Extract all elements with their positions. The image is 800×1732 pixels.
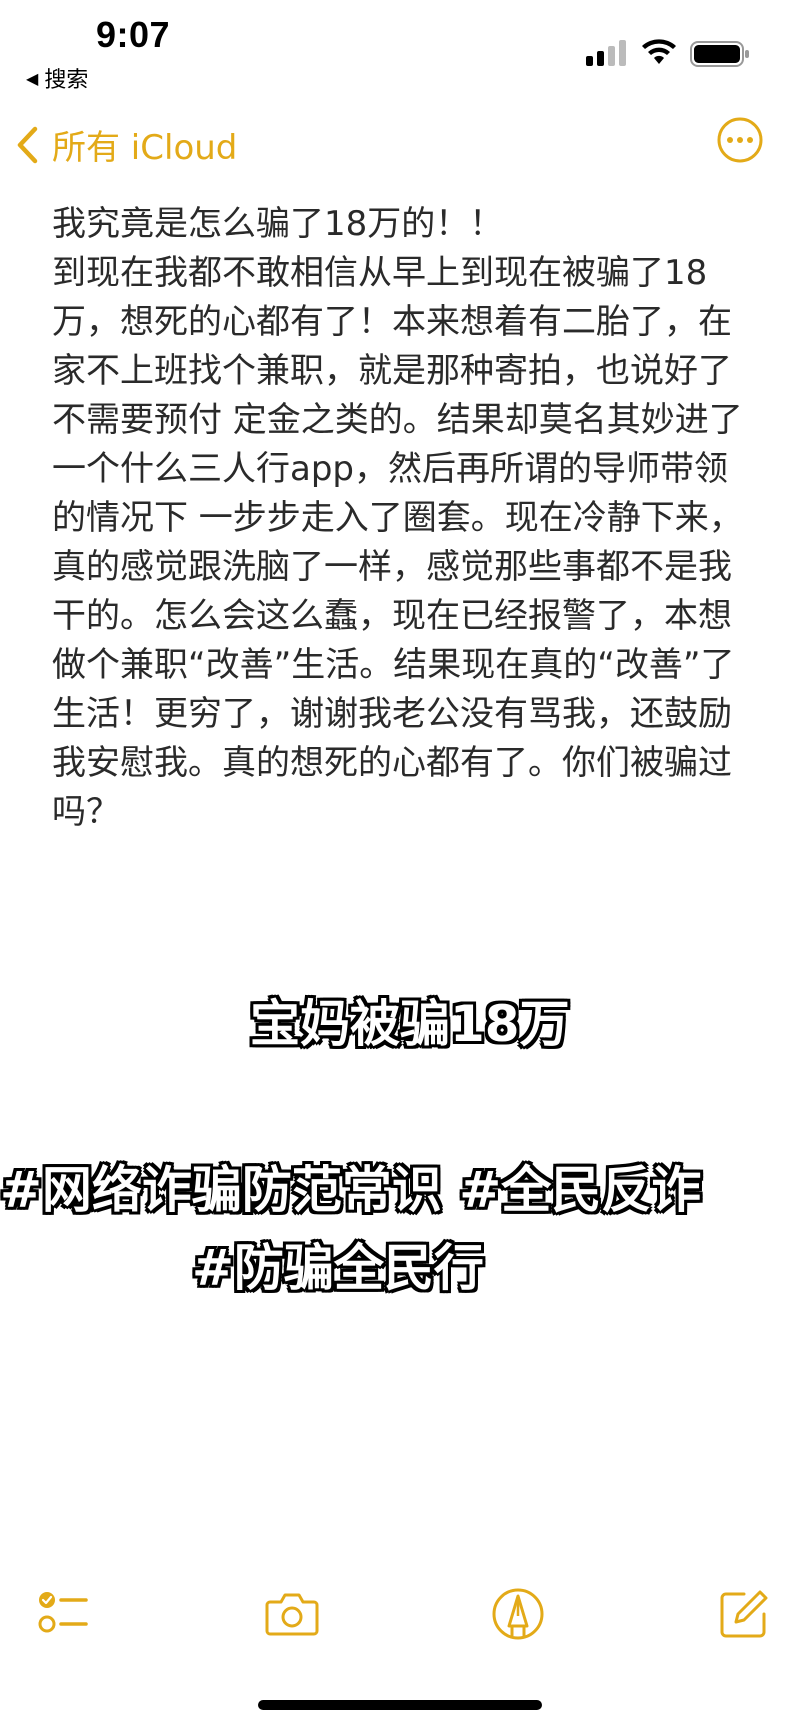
- overlay-caption-title: 宝妈被骗18万: [250, 995, 570, 1053]
- back-to-app-label: 搜索: [44, 68, 89, 93]
- back-to-folders-label: 所有 iCloud: [52, 128, 238, 168]
- status-time: 9:07: [96, 14, 171, 55]
- chevron-left-icon: [17, 126, 38, 163]
- battery-icon: [690, 41, 749, 67]
- wifi-icon: [642, 39, 676, 64]
- overlay-caption-hashtags-line2: #防骗全民行: [192, 1239, 484, 1297]
- back-to-app-button[interactable]: ◀ 搜索: [26, 62, 88, 94]
- cellular-signal-icon: [586, 40, 626, 66]
- back-triangle-icon: ◀: [26, 68, 39, 88]
- overlay-caption-hashtags-line1: #网络诈骗防范常识 #全民反诈: [0, 1161, 702, 1219]
- camera-icon[interactable]: [264, 1586, 320, 1642]
- note-text-area[interactable]: 我究竟是怎么骗了18万的！！ 到现在我都不敢相信从早上到现在被骗了18万，想死的…: [52, 200, 752, 837]
- checklist-icon[interactable]: [36, 1586, 92, 1642]
- back-to-folders-button[interactable]: 所有 iCloud: [16, 120, 237, 169]
- more-options-icon[interactable]: [716, 116, 764, 164]
- home-indicator[interactable]: [258, 1700, 542, 1710]
- markup-icon[interactable]: [490, 1586, 546, 1642]
- compose-icon[interactable]: [716, 1586, 772, 1642]
- status-bar: 9:07 ◀ 搜索: [0, 0, 800, 96]
- notes-nav-bar: 所有 iCloud: [0, 112, 800, 176]
- bottom-toolbar: [0, 1586, 800, 1656]
